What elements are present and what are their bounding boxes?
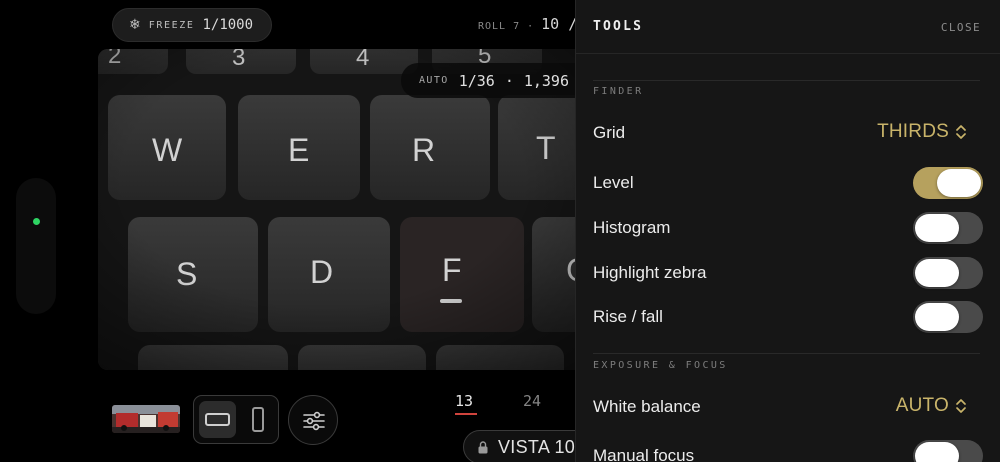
section-title-exposure-focus: EXPOSURE & FOCUS <box>593 360 728 371</box>
aspect-ratio-toggle <box>193 395 279 444</box>
last-photo-thumbnail[interactable] <box>112 405 180 433</box>
roll-separator: · <box>527 21 535 32</box>
close-button[interactable]: CLOSE <box>941 21 981 34</box>
roll-count: 10 / <box>541 15 578 33</box>
shutter-speed: 1/36 <box>458 71 495 90</box>
grid-label: Grid <box>593 123 626 142</box>
histogram-label: Histogram <box>593 218 671 237</box>
camera-screen: ❄ FREEZE 1/1000 ROLL 7 · 10 / AUTO 1/36 … <box>0 0 1000 462</box>
freeze-value: 1/1000 <box>202 17 254 33</box>
status-indicator <box>33 218 40 225</box>
tools-header: TOOLS CLOSE <box>576 0 1000 54</box>
grid-picker[interactable]: THIRDS <box>877 121 967 143</box>
exposure-separator: · <box>504 71 514 90</box>
white-balance-label: White balance <box>593 397 701 416</box>
freeze-label: FREEZE <box>148 19 195 31</box>
focal-length-24[interactable]: 24 <box>523 392 541 410</box>
highlight-zebra-toggle[interactable] <box>913 257 983 289</box>
portrait-icon <box>252 407 264 432</box>
landscape-aspect-button[interactable] <box>199 401 236 438</box>
portrait-aspect-button[interactable] <box>244 401 274 438</box>
lock-icon <box>478 440 488 453</box>
highlight-zebra-row: Highlight zebra <box>576 255 1000 291</box>
manual-focus-toggle[interactable] <box>913 440 983 462</box>
chevron-up-down-icon <box>956 399 966 413</box>
histogram-row: Histogram <box>576 210 1000 246</box>
divider <box>593 353 980 354</box>
level-toggle[interactable] <box>913 167 983 199</box>
highlight-zebra-label: Highlight zebra <box>593 263 707 282</box>
rise-fall-label: Rise / fall <box>593 307 663 326</box>
level-label: Level <box>593 173 634 192</box>
toggle-knob <box>937 169 981 197</box>
iso-value: 1,396 <box>523 71 569 90</box>
toggle-knob <box>915 214 959 242</box>
divider <box>593 80 980 81</box>
grid-value: THIRDS <box>877 121 949 142</box>
film-stock-label: VISTA 10 <box>498 436 576 457</box>
level-row: Level <box>576 165 1000 201</box>
white-balance-value: AUTO <box>895 395 949 416</box>
focal-length-13[interactable]: 13 <box>455 392 473 410</box>
adjustments-button[interactable] <box>288 395 338 445</box>
roll-label: ROLL 7 <box>478 21 521 32</box>
tools-panel: TOOLS CLOSE FINDER Grid THIRDS Level His… <box>575 0 1000 462</box>
toggle-knob <box>915 442 959 462</box>
manual-focus-label: Manual focus <box>593 446 695 462</box>
focal-selected-indicator <box>455 413 477 415</box>
exposure-mode: AUTO <box>419 75 449 86</box>
side-rail[interactable] <box>16 178 56 314</box>
rise-fall-row: Rise / fall <box>576 299 1000 335</box>
sliders-icon <box>303 411 325 431</box>
landscape-icon <box>205 413 230 426</box>
manual-focus-row: Manual focus <box>576 438 1000 462</box>
toggle-knob <box>915 303 959 331</box>
white-balance-row[interactable]: White balance AUTO <box>576 389 1000 425</box>
panel-title: TOOLS <box>593 19 644 34</box>
exposure-readout[interactable]: AUTO 1/36 · 1,396 <box>401 63 591 98</box>
grid-row[interactable]: Grid THIRDS <box>576 115 1000 151</box>
rise-fall-toggle[interactable] <box>913 301 983 333</box>
white-balance-picker[interactable]: AUTO <box>896 395 967 417</box>
section-title-finder: FINDER <box>593 86 644 97</box>
snowflake-icon: ❄ <box>129 17 141 33</box>
freeze-shutter-button[interactable]: ❄ FREEZE 1/1000 <box>112 8 272 42</box>
histogram-toggle[interactable] <box>913 212 983 244</box>
roll-info: ROLL 7 · 10 / <box>478 15 577 33</box>
chevron-up-down-icon <box>956 125 966 139</box>
toggle-knob <box>915 259 959 287</box>
